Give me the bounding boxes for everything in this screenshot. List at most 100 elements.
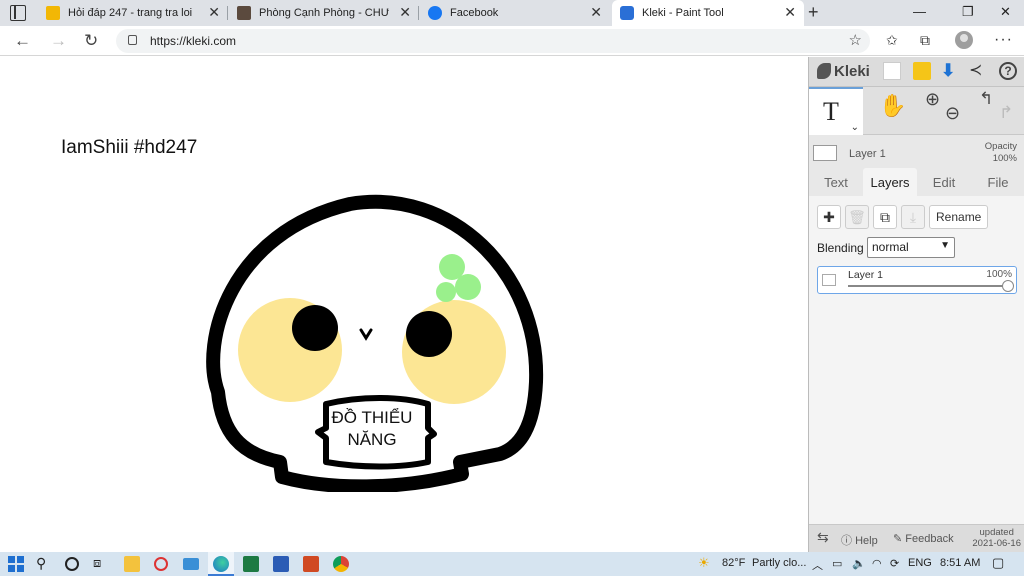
- rename-button[interactable]: Rename: [929, 205, 989, 229]
- start-icon[interactable]: [8, 556, 24, 572]
- chevron-down-icon: ▼: [940, 240, 950, 251]
- task-view-icon[interactable]: ⧈: [93, 555, 101, 571]
- weather-icon[interactable]: ☀: [698, 555, 710, 571]
- add-layer-button[interactable]: ✚: [817, 205, 841, 229]
- layer-thumbnail: [822, 274, 836, 286]
- tab-title: Facebook: [450, 7, 499, 19]
- canvas-caption-text: IamShiii #hd247: [61, 137, 198, 158]
- weather-text[interactable]: Partly clo...: [752, 557, 806, 569]
- right-eye: [406, 311, 452, 357]
- thumbnail-icon: [237, 6, 251, 20]
- help-link[interactable]: ⓘ Help: [841, 532, 878, 548]
- drawing-canvas[interactable]: IamShiii #hd247 ĐỒ THIỂU NĂNG: [0, 57, 808, 552]
- close-icon[interactable]: ✕: [784, 4, 796, 21]
- layers-panel: ✚ 🗑 ⧉ ⤓ Rename Blending normal ▼ Layer 1…: [809, 196, 1024, 524]
- layer-opacity-slider[interactable]: [1002, 280, 1014, 292]
- tab-title: Hỏi đáp 247 - trang tra loi: [68, 7, 193, 19]
- help-icon[interactable]: ?: [999, 62, 1017, 80]
- delete-layer-button[interactable]: 🗑: [845, 205, 869, 229]
- swap-icon[interactable]: ⇆: [817, 529, 829, 546]
- layer-opacity-track: [848, 285, 1008, 287]
- powerpoint-icon[interactable]: [303, 556, 319, 572]
- updated-info: updated 2021-06-16: [972, 527, 1021, 549]
- chevron-up-icon[interactable]: ︿: [812, 557, 823, 573]
- zoom-in-icon[interactable]: ⊕: [925, 89, 940, 110]
- feedback-label: Feedback: [905, 533, 954, 545]
- help-label: Help: [855, 535, 878, 547]
- file-explorer-icon[interactable]: [124, 556, 140, 572]
- address-bar: ← → ↻ https://kleki.com ☆ ✩ ⧉ ···: [0, 26, 1024, 56]
- layer-list-item[interactable]: Layer 1 100%: [817, 266, 1017, 294]
- app-icon[interactable]: [154, 557, 168, 571]
- tab-facebook[interactable]: Facebook ✕: [420, 0, 610, 26]
- tab-edit[interactable]: Edit: [921, 168, 967, 196]
- tab-title: Phòng Cạnh Phòng - CHƯƠNG: [259, 7, 389, 19]
- weather-temp[interactable]: 82°F: [722, 557, 745, 569]
- restore-icon[interactable]: ❐: [962, 4, 974, 20]
- collections-icon[interactable]: ⧉: [920, 32, 930, 49]
- close-icon[interactable]: ✕: [208, 4, 220, 21]
- panel-tabs: Text Layers Edit File: [809, 168, 1024, 196]
- close-icon[interactable]: ✕: [399, 4, 411, 21]
- current-layer-name: Layer 1: [849, 148, 886, 160]
- merge-layer-button[interactable]: ⤓: [901, 205, 925, 229]
- reload-icon[interactable]: ↻: [84, 31, 98, 51]
- download-icon[interactable]: ⬇: [941, 61, 959, 80]
- zoom-out-icon[interactable]: ⊖: [945, 103, 960, 124]
- layer-name: Layer 1: [848, 269, 884, 281]
- tab-phong-canh-phong[interactable]: Phòng Cạnh Phòng - CHƯƠNG ✕: [229, 0, 419, 26]
- url-input[interactable]: https://kleki.com ☆: [116, 29, 870, 53]
- cortana-icon[interactable]: [65, 557, 79, 571]
- current-layer-info: Layer 1 Opacity 100%: [809, 137, 1024, 167]
- word-icon[interactable]: [273, 556, 289, 572]
- profile-avatar-icon[interactable]: [955, 31, 973, 49]
- forward-icon[interactable]: →: [50, 31, 67, 51]
- window-close-icon[interactable]: ✕: [1000, 4, 1011, 20]
- blending-value: normal: [872, 240, 909, 254]
- wifi-icon[interactable]: ◠: [872, 557, 882, 570]
- hoidap-logo-icon: [46, 6, 60, 20]
- battery-icon[interactable]: ▭: [832, 557, 842, 570]
- sign-line-1: ĐỒ THIỂU: [331, 408, 413, 427]
- edge-icon[interactable]: [213, 556, 229, 572]
- tab-text[interactable]: Text: [813, 168, 859, 196]
- notifications-icon[interactable]: ▢: [992, 555, 1004, 571]
- add-favorite-icon[interactable]: ☆: [849, 31, 862, 49]
- close-icon[interactable]: ✕: [590, 4, 602, 21]
- search-icon[interactable]: ⚲: [36, 555, 46, 572]
- back-icon[interactable]: ←: [14, 31, 31, 51]
- excel-icon[interactable]: [243, 556, 259, 572]
- share-icon[interactable]: ≺: [969, 60, 987, 79]
- redo-icon[interactable]: ↱: [999, 103, 1013, 123]
- text-tool[interactable]: T ⌄: [809, 87, 863, 135]
- feedback-link[interactable]: ✎ Feedback: [893, 532, 954, 545]
- tab-kleki[interactable]: Kleki - Paint Tool ✕: [612, 0, 804, 26]
- chevron-down-icon[interactable]: ⌄: [851, 122, 859, 133]
- kleki-bird-icon: [817, 63, 831, 79]
- tab-hoidap[interactable]: Hỏi đáp 247 - trang tra loi ✕: [38, 0, 228, 26]
- minimize-icon[interactable]: —: [913, 4, 926, 19]
- open-folder-icon[interactable]: [913, 62, 931, 80]
- tab-layers[interactable]: Layers: [863, 168, 917, 196]
- text-tool-icon: T: [823, 97, 839, 126]
- volume-icon[interactable]: 🔈: [852, 557, 866, 570]
- chrome-icon[interactable]: [333, 556, 349, 572]
- desktop-app-icon[interactable]: [183, 558, 199, 570]
- new-image-icon[interactable]: [883, 62, 901, 80]
- favorites-icon[interactable]: ✩: [886, 32, 898, 49]
- language-indicator[interactable]: ENG: [908, 557, 932, 569]
- sync-icon[interactable]: ⟳: [890, 557, 899, 570]
- updated-label: updated: [979, 527, 1014, 538]
- hand-tool-icon[interactable]: ✋: [879, 93, 906, 119]
- clock[interactable]: 8:51 AM: [940, 557, 980, 569]
- panel-footer: ⇆ ⓘ Help ✎ Feedback updated 2021-06-16: [809, 524, 1024, 552]
- blending-select[interactable]: normal ▼: [867, 237, 955, 258]
- more-options-icon[interactable]: ···: [994, 31, 1013, 49]
- kleki-logo[interactable]: Kleki: [817, 63, 870, 80]
- opacity-value: 100%: [992, 153, 1017, 164]
- duplicate-layer-button[interactable]: ⧉: [873, 205, 897, 229]
- new-tab-button[interactable]: +: [808, 2, 819, 23]
- tab-actions-icon[interactable]: [10, 5, 26, 21]
- undo-icon[interactable]: ↰: [979, 89, 993, 109]
- tab-file[interactable]: File: [975, 168, 1021, 196]
